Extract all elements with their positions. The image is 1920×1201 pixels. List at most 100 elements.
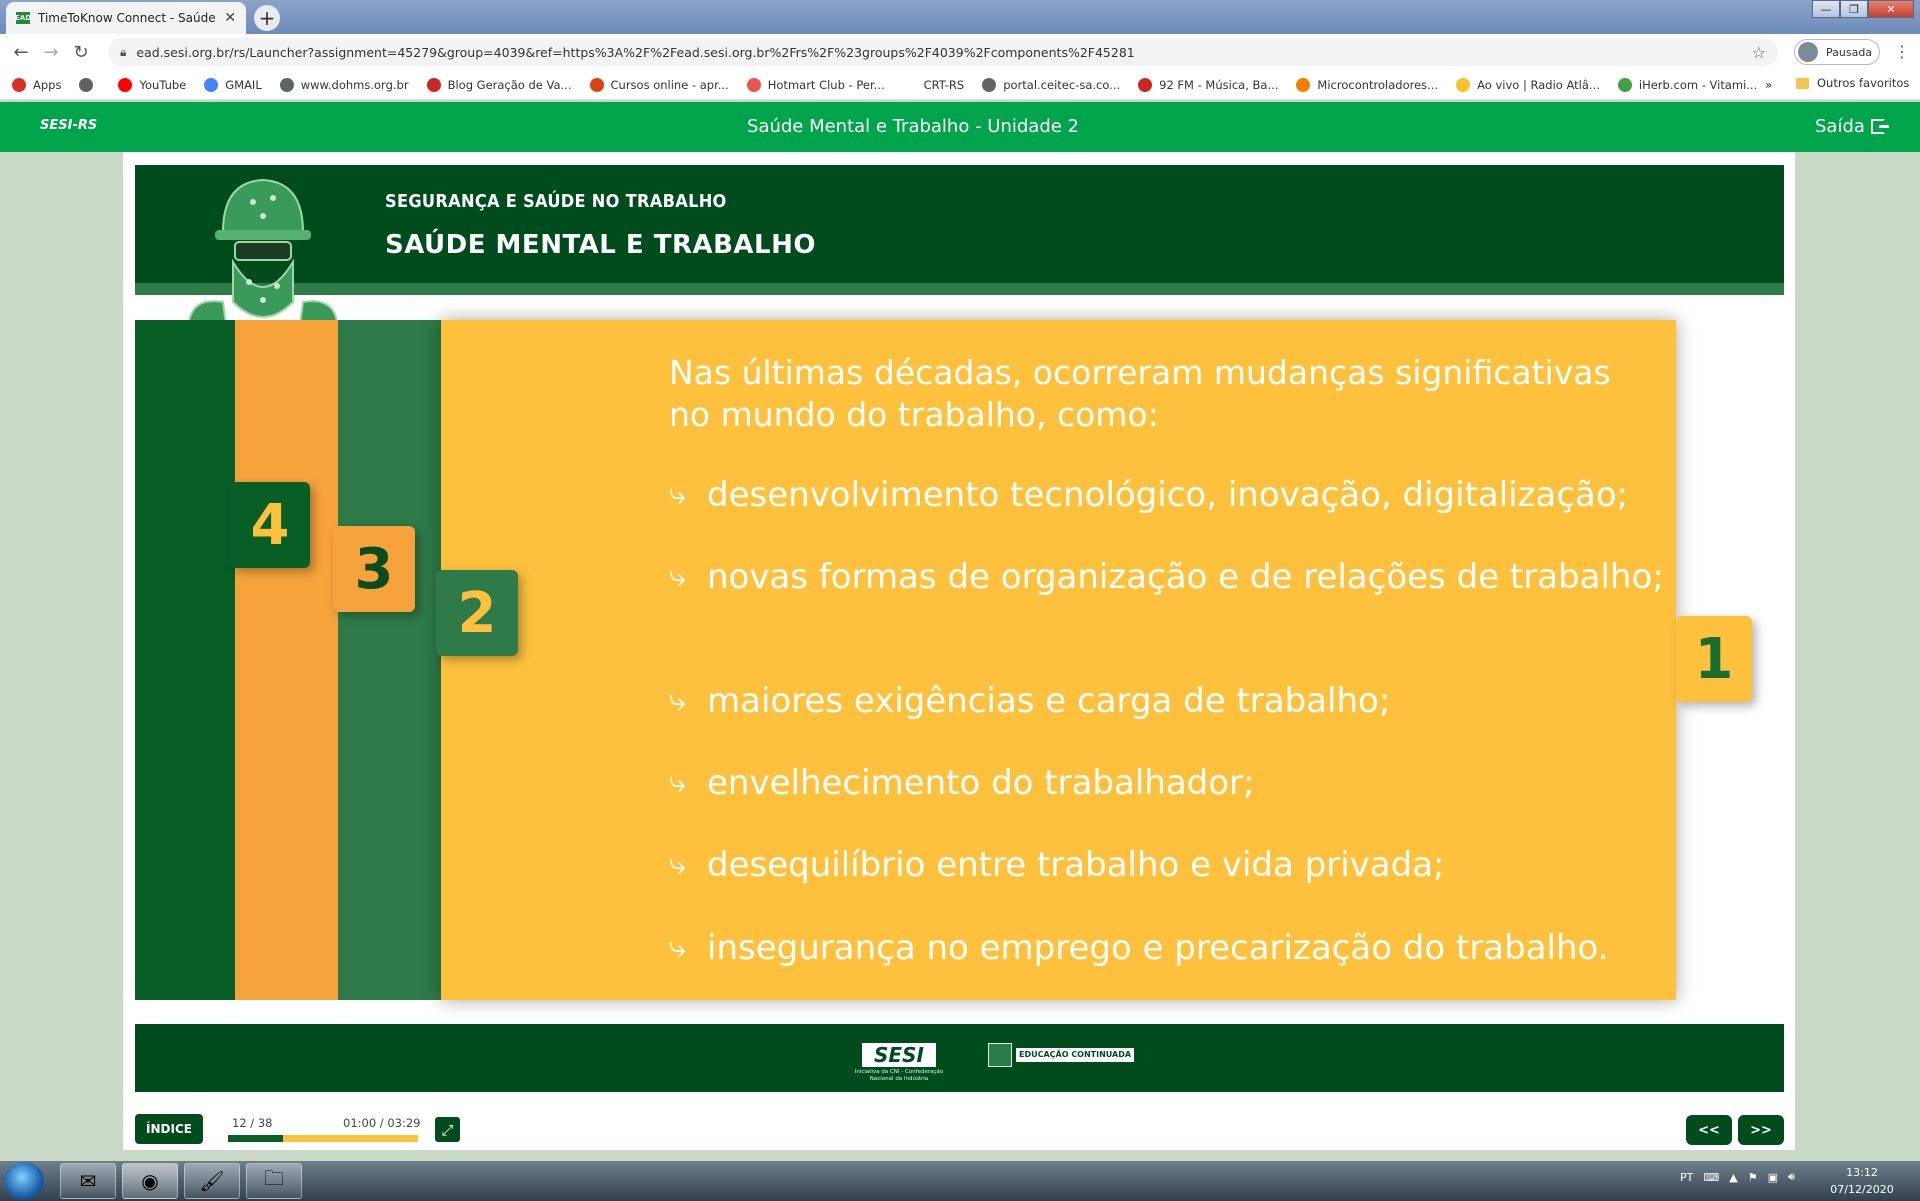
slide-headline: SAÚDE MENTAL E TRABALHO <box>385 230 816 260</box>
next-button[interactable]: >> <box>1738 1115 1784 1145</box>
bookmark-label: Microcontroladores... <box>1317 77 1439 92</box>
bookmarks-bar: Apps YouTube GMAIL www.dohms.org.br Blog Ger… <box>0 70 1920 100</box>
index-button[interactable]: ÍNDICE <box>135 1114 203 1144</box>
menu-dots-icon[interactable]: ⋮ <box>1894 42 1910 61</box>
back-icon[interactable]: ← <box>6 42 36 63</box>
exit-button[interactable]: Saída <box>1815 116 1889 137</box>
maximize-button[interactable]: ❐ <box>1840 0 1868 18</box>
tab-3-button[interactable]: 3 <box>333 526 415 612</box>
outlook-icon[interactable]: ✉ <box>60 1163 116 1199</box>
tab-column-2[interactable] <box>338 320 441 1000</box>
bookmark-item[interactable]: portal.ceitec-sa.co... <box>982 77 1120 92</box>
file-explorer-icon[interactable]: 🗀 <box>246 1163 302 1199</box>
window-controls: — ❐ ✕ <box>1812 0 1914 18</box>
profile-button[interactable]: Pausada <box>1794 39 1880 65</box>
course-title: Saúde Mental e Trabalho - Unidade 2 <box>746 116 1079 137</box>
bookmark-item[interactable]: Blog Geração de Va... <box>426 77 572 92</box>
start-button[interactable] <box>4 1162 44 1200</box>
url-text[interactable]: ead.sesi.org.br/rs/Launcher?assignment=4… <box>136 45 1751 60</box>
keyboard-icon[interactable]: ⌨ <box>1703 1171 1719 1184</box>
bookmark-item[interactable]: 92 FM - Música, Ba... <box>1138 77 1279 92</box>
bookmark-item[interactable]: YouTube <box>118 77 186 92</box>
forward-icon[interactable]: → <box>36 42 66 63</box>
flag-icon[interactable]: ⚑ <box>1748 1171 1758 1184</box>
tray-expand-icon[interactable]: ▲ <box>1729 1171 1737 1184</box>
bookmark-item[interactable]: www.dohms.org.br <box>279 77 409 92</box>
ead-favicon-icon: EAD <box>15 12 32 24</box>
hotmart-icon <box>589 77 604 92</box>
bookmark-label: Hotmart Club - Per... <box>767 77 885 92</box>
avatar <box>1798 42 1818 62</box>
worker-mascot-icon <box>187 178 339 338</box>
radio-92-icon <box>1138 77 1153 92</box>
paint-icon[interactable]: 🖌︎ <box>184 1163 240 1199</box>
globe-icon <box>982 77 997 92</box>
tab-column-4[interactable] <box>135 320 235 1000</box>
bookmarks-more-button[interactable]: » <box>1765 78 1772 92</box>
tab-1-button[interactable]: 1 <box>1676 616 1752 702</box>
expand-icon: ⤢ <box>441 1120 454 1139</box>
time-counter: 01:00 / 03:29 <box>343 1116 421 1130</box>
exit-icon <box>1870 119 1889 134</box>
other-favorites[interactable]: Outros favoritos <box>1796 76 1909 90</box>
header-stripe <box>135 283 1784 295</box>
bookmark-label: www.dohms.org.br <box>300 77 409 92</box>
bookmark-item[interactable]: Apps <box>12 77 62 92</box>
slide-counter: 12 / 38 <box>232 1116 273 1130</box>
bookmark-item[interactable]: Microcontroladores... <box>1296 77 1439 92</box>
bookmark-item[interactable] <box>79 77 100 92</box>
bookmark-item[interactable]: CRT-RS <box>902 77 964 92</box>
browser-tab-active[interactable]: EAD TimeToKnow Connect - Saúde M ✕ <box>6 2 246 34</box>
arrow-bullet-icon: ⤷ <box>669 477 686 512</box>
clock-date: 07/12/2020 <box>1830 1183 1894 1196</box>
radio-icon <box>1456 77 1471 92</box>
sesi-logo-subtitle: Iniciativa da CNI - Confederação Naciona… <box>854 1069 944 1082</box>
bookmark-item[interactable]: Hotmart Club - Per... <box>746 77 885 92</box>
fullscreen-button[interactable]: ⤢ <box>435 1117 460 1142</box>
slide-header <box>135 165 1784 295</box>
volume-icon[interactable]: 🔊︎ <box>1788 1170 1795 1184</box>
reload-icon[interactable]: ↻ <box>66 42 96 63</box>
bookmark-label: Blog Geração de Va... <box>447 77 572 92</box>
close-window-button[interactable]: ✕ <box>1868 0 1914 18</box>
flame-icon <box>746 77 761 92</box>
bookmark-label: 92 FM - Música, Ba... <box>1159 77 1279 92</box>
chrome-icon[interactable]: ◉ <box>122 1163 178 1199</box>
tab-column-3[interactable] <box>235 320 338 1000</box>
slide-footer <box>135 1024 1784 1092</box>
slide-kicker: SEGURANÇA E SAÚDE NO TRABALHO <box>385 191 727 212</box>
tab-4-button[interactable]: 4 <box>230 482 310 568</box>
educacao-icon <box>988 1043 1012 1067</box>
bookmark-label: Ao vivo | Radio Atlâ... <box>1477 77 1600 92</box>
arrow-bullet-icon: ⤷ <box>669 765 686 800</box>
tab-close-icon[interactable]: ✕ <box>224 10 236 26</box>
youtube-icon <box>118 77 133 92</box>
language-indicator[interactable]: PT <box>1680 1171 1693 1184</box>
globe-icon <box>79 77 94 92</box>
sesi-logo: SESI <box>862 1043 936 1067</box>
other-favorites-label: Outros favoritos <box>1817 76 1910 90</box>
bookmark-item[interactable]: Cursos online - apr... <box>589 77 729 92</box>
taskbar-clock[interactable]: 13:12 07/12/2020 <box>1822 1164 1902 1198</box>
progress-fill <box>228 1135 284 1142</box>
progress-bar[interactable] <box>228 1135 418 1142</box>
leaf-icon <box>1617 77 1632 92</box>
list-item: ⤷ envelhecimento do trabalhador; <box>669 763 1255 803</box>
prev-button[interactable]: << <box>1686 1115 1732 1145</box>
network-icon[interactable]: ▣ <box>1768 1171 1778 1184</box>
tab-2-button[interactable]: 2 <box>436 570 518 656</box>
bookmark-star-icon[interactable]: ☆ <box>1752 43 1766 62</box>
omnibox[interactable]: 🔒︎ ead.sesi.org.br/rs/Launcher?assignmen… <box>108 38 1778 66</box>
bookmark-item[interactable]: iHerb.com - Vitami... <box>1617 77 1757 92</box>
bookmark-label: Apps <box>33 77 62 92</box>
list-item: ⤷ desequilíbrio entre trabalho e vida pri… <box>669 845 1445 885</box>
globe-icon <box>279 77 294 92</box>
changes-list: ⤷ desenvolvimento tecnológico, inovação, … <box>669 474 1669 969</box>
blog-icon <box>426 77 441 92</box>
lock-icon[interactable]: 🔒︎ <box>120 45 126 60</box>
minimize-button[interactable]: — <box>1812 0 1840 18</box>
new-tab-button[interactable]: + <box>254 5 280 31</box>
profile-label: Pausada <box>1826 45 1873 59</box>
bookmark-item[interactable]: Ao vivo | Radio Atlâ... <box>1456 77 1600 92</box>
bookmark-item[interactable]: GMAIL <box>204 77 262 92</box>
